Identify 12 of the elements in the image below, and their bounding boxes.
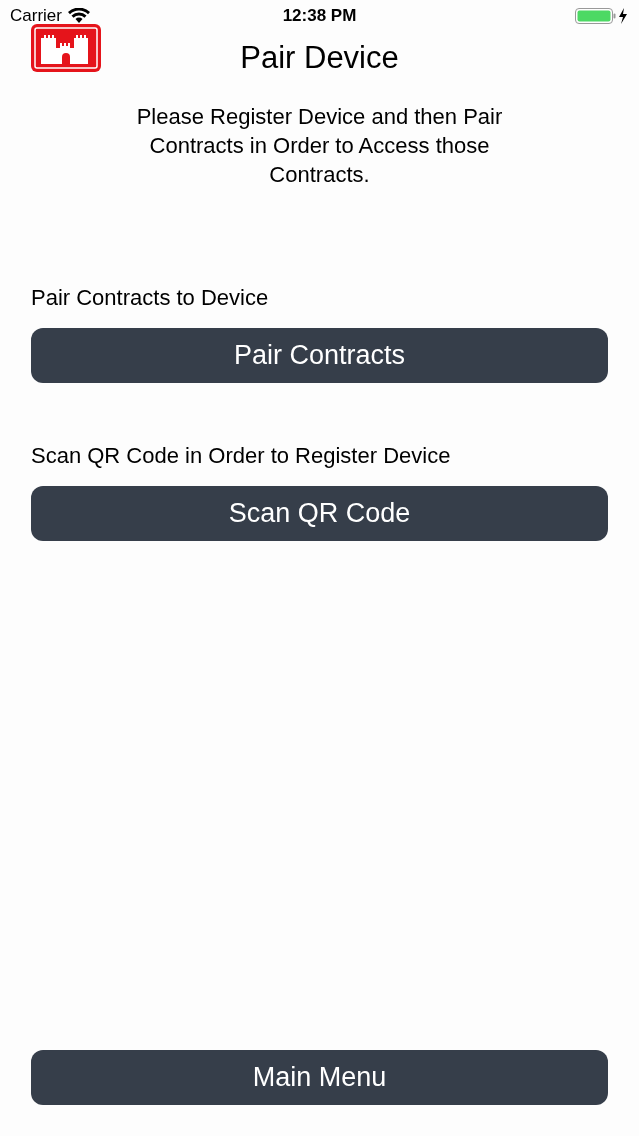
page-title: Pair Device (240, 38, 399, 77)
carrier-label: Carrier (10, 5, 62, 28)
main-menu-button[interactable]: Main Menu (31, 1050, 608, 1105)
section-label: Scan QR Code in Order to Register Device (31, 442, 452, 470)
castle-logo-icon (31, 24, 101, 72)
instructions-text: Please Register Device and then Pair Contracts in Order to Access those Contracts. (135, 103, 504, 189)
action-button[interactable]: Scan QR Code (31, 486, 608, 541)
clock-time: 12:38 PM (282, 5, 357, 28)
battery-icon (575, 7, 629, 25)
section-label: Pair Contracts to Device (31, 284, 270, 312)
action-button[interactable]: Pair Contracts (31, 328, 608, 383)
wifi-icon (67, 8, 90, 24)
